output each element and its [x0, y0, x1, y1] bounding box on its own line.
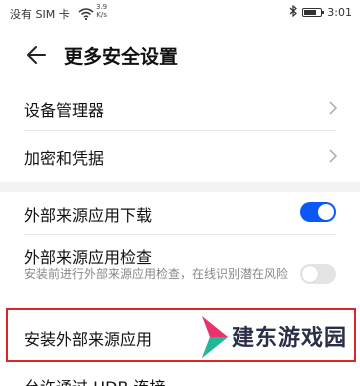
status-right: 3:01 [289, 4, 352, 20]
page-title: 更多安全设置 [64, 46, 179, 68]
encryption-credentials-label: 加密和凭据 [24, 149, 105, 168]
chevron-right-icon [329, 149, 338, 163]
clock: 3:01 [327, 6, 352, 19]
encryption-credentials-row[interactable]: 加密和凭据 [0, 134, 360, 178]
battery-fill [304, 10, 317, 15]
chevron-right-icon [329, 101, 338, 115]
status-bar: 没有 SIM 卡 3.9 K/s 3:01 [0, 0, 360, 30]
battery-icon [302, 8, 325, 17]
install-external-apps-label: 安装外部来源应用 [24, 330, 153, 349]
watermark: 建东游戏园 [198, 306, 360, 386]
network-speed-value: 3.9 [96, 3, 108, 11]
back-button[interactable] [24, 42, 50, 68]
external-download-row[interactable]: 外部来源应用下载 [0, 192, 360, 232]
back-arrow-icon [27, 46, 46, 64]
section-gap [0, 182, 360, 192]
device-manager-label: 设备管理器 [24, 101, 105, 120]
external-download-toggle[interactable] [300, 202, 336, 222]
toggle-knob [318, 204, 334, 220]
network-speed: 3.9 K/s [96, 3, 107, 19]
external-check-row[interactable]: 外部来源应用检查 安装前进行外部来源应用检查，在线识别潜在风险 [0, 236, 360, 304]
watermark-text: 建东游戏园 [232, 326, 348, 351]
bluetooth-icon [289, 4, 298, 20]
toggle-knob [302, 266, 318, 282]
external-download-label: 外部来源应用下载 [24, 206, 153, 225]
divider [24, 234, 336, 235]
hdb-connection-label: 允许通过 HDB 连接 [24, 374, 166, 386]
divider [24, 130, 336, 131]
title-bar: 更多安全设置 [0, 36, 360, 76]
external-check-description: 安装前进行外部来源应用检查，在线识别潜在风险 [24, 267, 289, 281]
network-speed-unit: K/s [96, 11, 107, 19]
carrier-text: 没有 SIM 卡 [10, 8, 70, 21]
device-manager-row[interactable]: 设备管理器 [0, 86, 360, 130]
external-check-toggle[interactable] [300, 264, 336, 284]
watermark-logo-icon [202, 316, 228, 358]
wifi-icon [78, 5, 94, 24]
